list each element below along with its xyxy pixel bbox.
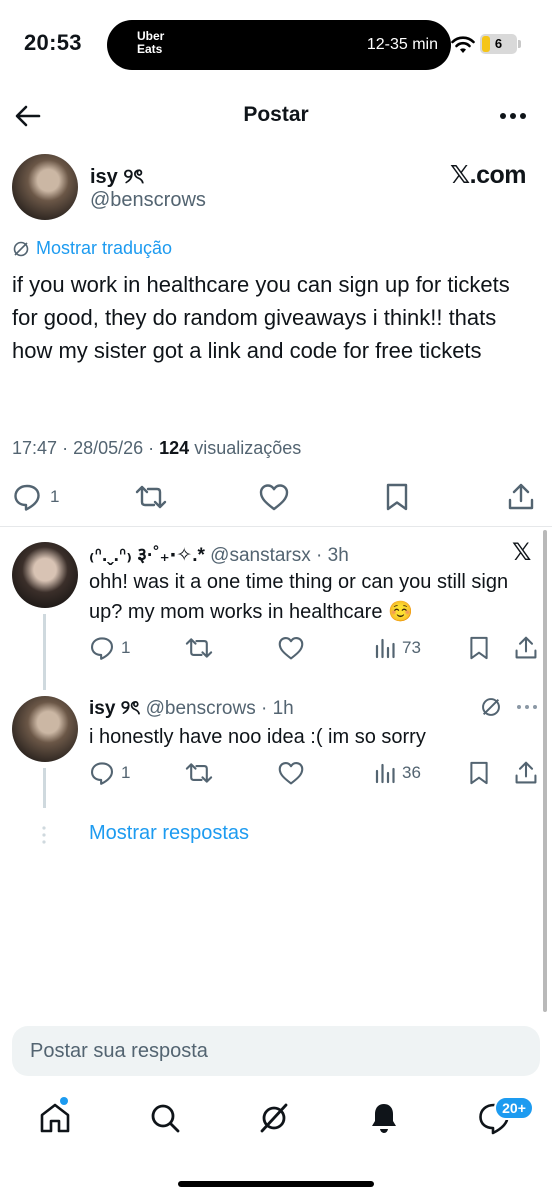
translate-icon[interactable] <box>480 696 502 718</box>
post-author-handle[interactable]: @benscrows <box>90 189 206 212</box>
divider <box>0 526 552 527</box>
reply-text: ohh! was it a one time thing or can you … <box>89 571 509 623</box>
bookmark-icon <box>470 636 488 660</box>
reply-count: 1 <box>121 763 131 782</box>
post-text: if you work in healthcare you can sign u… <box>12 272 510 363</box>
like-button[interactable] <box>277 758 305 788</box>
bar-chart-icon <box>375 638 395 659</box>
show-translation-link[interactable]: Mostrar tradução <box>12 238 172 259</box>
battery-level: 6 <box>494 36 503 51</box>
reply-icon <box>90 637 114 660</box>
post-time: 17:47 <box>12 438 58 458</box>
heart-icon <box>278 761 304 785</box>
reply-icon <box>14 484 40 511</box>
home-notification-dot <box>60 1097 68 1105</box>
reply-author-name[interactable]: ₍ᐢ.ˬ.ᐢ₎ ३·˚₊‧✧.* <box>89 545 205 566</box>
battery-icon: 6 <box>480 34 517 54</box>
heart-icon <box>278 636 304 660</box>
share-button[interactable] <box>514 633 538 663</box>
live-activity-app-name: Uber Eats <box>137 29 165 56</box>
xcom-badge: 𝕏.com <box>450 161 527 189</box>
reply-age: 3h <box>327 545 349 566</box>
avatar[interactable] <box>12 696 78 762</box>
messages-count-badge: 20+ <box>494 1096 534 1120</box>
reply-text: i honestly have noo idea :( im so sorry <box>89 726 426 748</box>
post-views-count: 124 <box>159 438 190 458</box>
share-icon <box>515 761 537 784</box>
translate-icon <box>13 241 29 256</box>
reply-button[interactable]: 1 <box>12 480 59 514</box>
bell-icon[interactable] <box>366 1100 402 1136</box>
reply-header: ₍ᐢ.ˬ.ᐢ₎ ३·˚₊‧✧.* @sanstarsx · 3h <box>89 545 349 566</box>
repost-button[interactable] <box>134 480 168 514</box>
page-title: Postar <box>243 103 309 126</box>
thread-dots-icon <box>42 826 46 844</box>
home-indicator[interactable] <box>178 1181 374 1187</box>
reply-input[interactable] <box>12 1026 540 1076</box>
bookmark-icon <box>470 761 488 785</box>
views-button[interactable]: 73 <box>374 633 421 663</box>
like-button[interactable] <box>258 480 290 514</box>
repost-button[interactable] <box>184 758 214 788</box>
wifi-icon <box>451 36 475 53</box>
reply-author-handle[interactable]: @benscrows <box>146 698 256 719</box>
reply-action-bar: 1 36 <box>0 758 552 788</box>
bookmark-icon <box>386 483 408 511</box>
bar-chart-icon <box>375 763 395 784</box>
reply-age: 1h <box>272 698 294 719</box>
reply-author-handle[interactable]: @sanstarsx <box>210 545 311 566</box>
home-icon[interactable] <box>37 1100 73 1136</box>
share-icon <box>508 483 534 510</box>
reply-count: 1 <box>121 638 131 657</box>
reply-button[interactable]: 1 <box>89 633 130 663</box>
post-header: Postar <box>0 90 552 142</box>
bookmark-button[interactable] <box>468 633 490 663</box>
repost-icon <box>185 638 213 658</box>
bookmark-button[interactable] <box>384 480 410 514</box>
share-button[interactable] <box>514 758 538 788</box>
grok-icon[interactable] <box>256 1100 292 1136</box>
avatar[interactable] <box>12 154 78 220</box>
repost-icon <box>135 485 167 509</box>
share-icon <box>515 636 537 659</box>
post-action-bar: 1 <box>0 480 552 514</box>
views-count: 36 <box>402 763 421 782</box>
more-icon[interactable] <box>514 700 540 714</box>
reply-count: 1 <box>50 487 60 506</box>
scrollbar[interactable] <box>543 530 547 1012</box>
x-logo-icon: 𝕏 <box>512 539 532 566</box>
heart-icon <box>259 484 289 511</box>
avatar[interactable] <box>12 542 78 608</box>
reply-action-bar: 1 73 <box>0 633 552 663</box>
reply-button[interactable]: 1 <box>89 758 130 788</box>
show-replies-link[interactable]: Mostrar respostas <box>89 822 249 845</box>
post-views-label: visualizações <box>194 438 302 458</box>
search-icon[interactable] <box>147 1100 183 1136</box>
like-button[interactable] <box>277 633 305 663</box>
status-time: 20:53 <box>24 30 82 55</box>
reply-composer[interactable] <box>12 1026 540 1076</box>
views-count: 73 <box>402 638 421 657</box>
bookmark-button[interactable] <box>468 758 490 788</box>
repost-icon <box>185 763 213 783</box>
repost-button[interactable] <box>184 633 214 663</box>
share-button[interactable] <box>507 480 535 514</box>
post-date: 28/05/26 <box>73 438 144 458</box>
post-meta: 17:47 · 28/05/26 · 124 visualizações <box>12 438 302 458</box>
reply-icon <box>90 762 114 785</box>
views-button[interactable]: 36 <box>374 758 421 788</box>
reply-author-name[interactable]: isy ୨ৎ <box>89 698 140 719</box>
show-translation-label: Mostrar tradução <box>36 238 173 258</box>
dynamic-island-live-activity[interactable]: Uber Eats 12-35 min <box>107 20 451 70</box>
tab-bar <box>0 1090 552 1150</box>
status-bar: 20:53 Uber Eats 12-35 min 6 <box>0 0 552 90</box>
live-activity-eta: 12-35 min <box>366 36 438 53</box>
ellipsis-icon[interactable] <box>496 102 530 130</box>
